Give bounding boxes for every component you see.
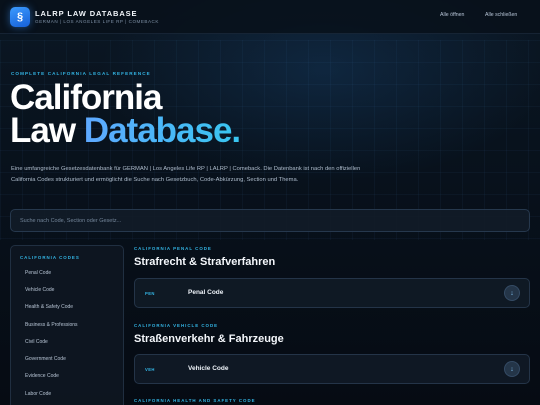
hero-title-line2-accent: Database.	[83, 111, 241, 150]
sidebar-item-government-code[interactable]: Government Code	[11, 350, 123, 367]
code-abbreviation: VEH	[145, 367, 155, 372]
expand-arrow-icon[interactable]: ↓	[504, 361, 520, 377]
section-title: Strafrecht & Strafverfahren	[134, 256, 276, 268]
sidebar-item-business-professions[interactable]: Business & Professions	[11, 316, 123, 333]
close-all-button[interactable]: Alle schließen	[485, 12, 517, 18]
sidebar-heading: CALIFORNIA CODES	[20, 255, 80, 260]
expand-arrow-icon[interactable]: ↓	[504, 285, 520, 301]
section-health-safety-code: CALIFORNIA HEALTH AND SAFETY CODE	[134, 398, 530, 403]
code-card-penal[interactable]: PEN Penal Code ↓	[134, 278, 530, 308]
open-all-button[interactable]: Alle öffnen	[440, 12, 464, 18]
section-sign-logo-icon: §	[10, 7, 30, 27]
sidebar-item-evidence-code[interactable]: Evidence Code	[11, 368, 123, 385]
section-eyebrow: CALIFORNIA PENAL CODE	[134, 246, 212, 251]
search-input[interactable]	[10, 209, 530, 232]
code-name: Vehicle Code	[188, 365, 229, 372]
sidebar-item-civil-code[interactable]: Civil Code	[11, 333, 123, 350]
code-name: Penal Code	[188, 289, 224, 296]
brand-subtitle: GERMAN | LOS ANGELES LIFE RP | COMEBACK	[35, 19, 159, 24]
sidebar-list: Penal Code Vehicle Code Health & Safety …	[11, 264, 123, 402]
section-eyebrow: CALIFORNIA HEALTH AND SAFETY CODE	[134, 398, 256, 403]
section-penal-code: CALIFORNIA PENAL CODE Strafrecht & Straf…	[134, 246, 530, 308]
code-card-vehicle[interactable]: VEH Vehicle Code ↓	[134, 354, 530, 384]
section-eyebrow: CALIFORNIA VEHICLE CODE	[134, 323, 219, 328]
sidebar-item-vehicle-code[interactable]: Vehicle Code	[11, 281, 123, 298]
sidebar-item-health-safety-code[interactable]: Health & Safety Code	[11, 299, 123, 316]
hero-title: California Law Database.	[10, 80, 241, 150]
codes-sidebar: CALIFORNIA CODES Penal Code Vehicle Code…	[10, 245, 124, 405]
sidebar-item-labor-code[interactable]: Labor Code	[11, 385, 123, 402]
code-abbreviation: PEN	[145, 291, 155, 296]
top-header: § LALRP LAW DATABASE GERMAN | LOS ANGELE…	[0, 0, 540, 34]
hero-title-line2-plain: Law	[10, 111, 84, 150]
section-title: Straßenverkehr & Fahrzeuge	[134, 333, 284, 345]
section-vehicle-code: CALIFORNIA VEHICLE CODE Straßenverkehr &…	[134, 323, 530, 384]
brand-title: LALRP LAW DATABASE	[35, 9, 138, 18]
hero-description: Eine umfangreiche Gesetzesdatenbank für …	[11, 166, 361, 183]
hero-eyebrow: COMPLETE CALIFORNIA LEGAL REFERENCE	[11, 71, 151, 76]
sidebar-item-penal-code[interactable]: Penal Code	[11, 264, 123, 281]
